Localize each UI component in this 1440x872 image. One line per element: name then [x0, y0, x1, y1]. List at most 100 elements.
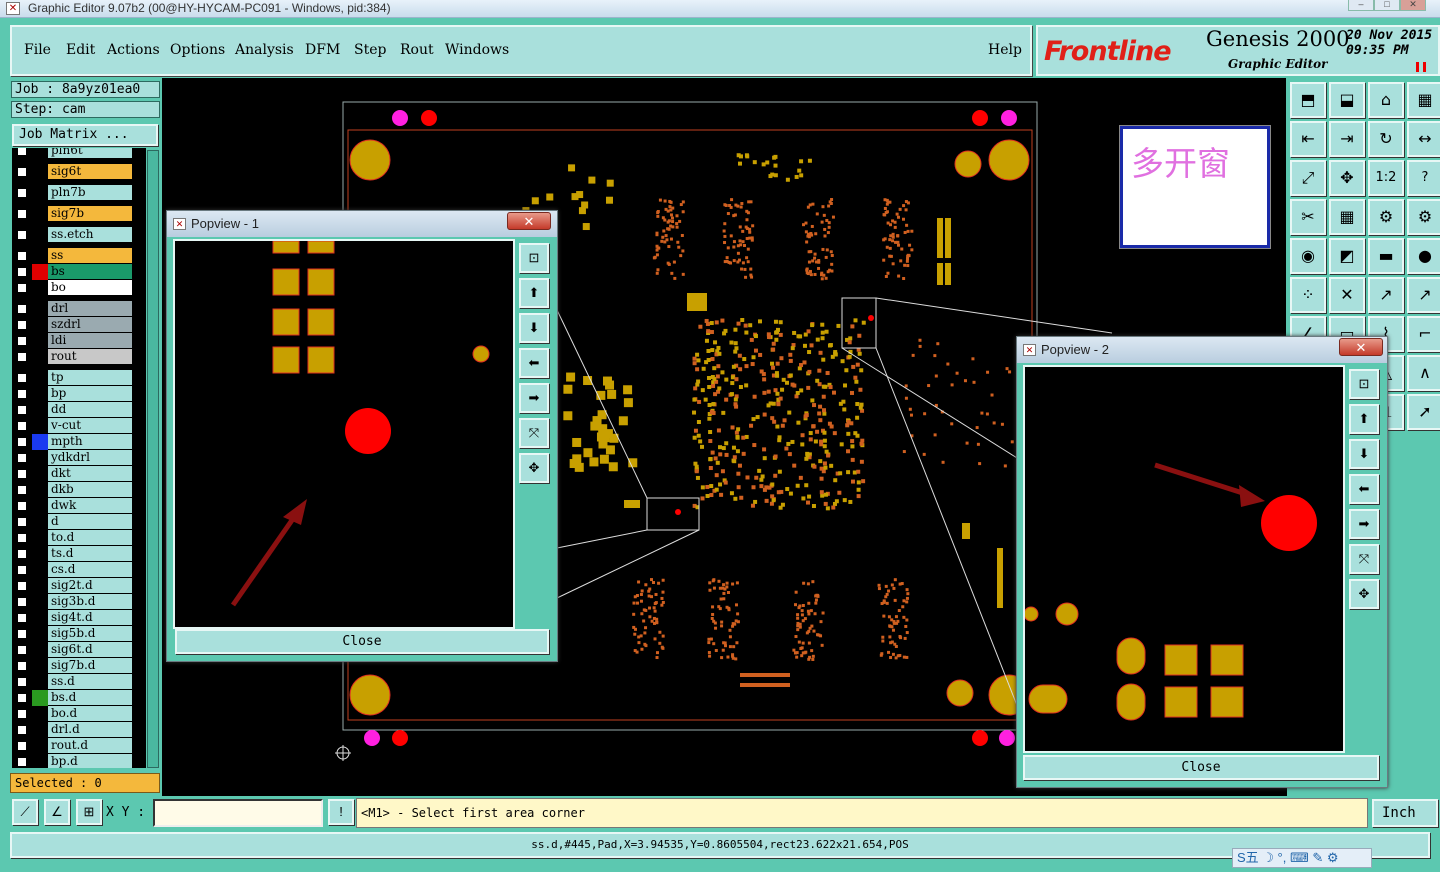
layer-checkbox[interactable]	[16, 564, 28, 576]
layer-name[interactable]: ldi	[48, 333, 132, 348]
layer-name[interactable]: bs.d	[48, 690, 132, 705]
layer-name[interactable]: rout	[48, 349, 132, 364]
layer-row-sig3b.d[interactable]: sig3b.d	[12, 594, 146, 610]
layer-checkbox[interactable]	[16, 303, 28, 315]
menu-step[interactable]: Step	[354, 42, 386, 58]
layer-checkbox[interactable]	[16, 319, 28, 331]
tool-button-22[interactable]: ✕	[1329, 277, 1365, 313]
layer-name[interactable]: cs.d	[48, 562, 132, 577]
layer-row-dd[interactable]: dd	[12, 402, 146, 418]
layer-checkbox[interactable]	[16, 548, 28, 560]
layer-name[interactable]: sig2t.d	[48, 578, 132, 593]
tool-button-3[interactable]: ⌂	[1368, 82, 1404, 118]
popview-2-zoom-in-button[interactable]: ⤧	[1349, 544, 1379, 574]
layer-name[interactable]: mpth	[48, 434, 132, 449]
layer-row-rout.d[interactable]: rout.d	[12, 738, 146, 754]
tool-button-11[interactable]: 1:2	[1368, 160, 1404, 196]
layer-row-dkb[interactable]: dkb	[12, 482, 146, 498]
layer-name[interactable]: sig4t.d	[48, 610, 132, 625]
layer-checkbox[interactable]	[16, 724, 28, 736]
tool-button-17[interactable]: ◉	[1290, 238, 1326, 274]
layer-name[interactable]: szdrl	[48, 317, 132, 332]
layer-name[interactable]: dwk	[48, 498, 132, 513]
layer-row-ss[interactable]: ss	[12, 248, 146, 264]
menu-dfm[interactable]: DFM	[305, 42, 340, 58]
xy-input[interactable]	[153, 799, 323, 827]
layer-checkbox[interactable]	[16, 420, 28, 432]
layer-name[interactable]: ss.etch	[48, 227, 132, 242]
layer-name[interactable]: bp.d	[48, 754, 132, 768]
layer-checkbox[interactable]	[16, 612, 28, 624]
menu-edit[interactable]: Edit	[66, 42, 95, 58]
layer-name[interactable]: sig7b.d	[48, 658, 132, 673]
tool-button-23[interactable]: ↗	[1368, 277, 1404, 313]
layer-checkbox[interactable]	[16, 404, 28, 416]
layer-checkbox[interactable]	[16, 708, 28, 720]
layer-name[interactable]: pln7b	[48, 185, 132, 200]
tool-button-9[interactable]: ⤢	[1290, 160, 1326, 196]
layer-row-d[interactable]: d	[12, 514, 146, 530]
layer-row-v-cut[interactable]: v-cut	[12, 418, 146, 434]
menu-help[interactable]: Help	[988, 42, 1022, 58]
layer-checkbox[interactable]	[16, 250, 28, 262]
minimize-button[interactable]: –	[1348, 0, 1374, 11]
tool-button-13[interactable]: ✂	[1290, 199, 1326, 235]
layer-name[interactable]: ts.d	[48, 546, 132, 561]
job-matrix-button[interactable]: Job Matrix ...	[12, 124, 158, 146]
tool-button-16[interactable]: ⚙	[1407, 199, 1440, 235]
tool-button-7[interactable]: ↻	[1368, 121, 1404, 157]
layer-row-pln6t[interactable]: pln6t	[12, 148, 146, 159]
layer-checkbox[interactable]	[16, 532, 28, 544]
layer-checkbox[interactable]	[16, 516, 28, 528]
popview-1-pan-down-button[interactable]: ⬇	[519, 313, 549, 343]
layer-checkbox[interactable]	[16, 388, 28, 400]
popview-1-zoom-out-button[interactable]: ✥	[519, 453, 549, 483]
layer-name[interactable]: dkb	[48, 482, 132, 497]
grid-icon[interactable]: ⊞	[76, 799, 102, 825]
layer-scrollbar[interactable]	[147, 150, 159, 768]
popview-2-pan-down-button[interactable]: ⬇	[1349, 439, 1379, 469]
layer-name[interactable]: sig7b	[48, 206, 132, 221]
layer-row-szdrl[interactable]: szdrl	[12, 317, 146, 333]
snap-icon[interactable]: ⟋	[12, 799, 38, 825]
popview-2-view[interactable]	[1023, 365, 1345, 753]
tool-button-20[interactable]: ●	[1407, 238, 1440, 274]
layer-name[interactable]: sig3b.d	[48, 594, 132, 609]
layer-name[interactable]: dd	[48, 402, 132, 417]
menu-actions[interactable]: Actions	[107, 42, 160, 58]
layer-checkbox[interactable]	[16, 740, 28, 752]
tool-button-12[interactable]: ?	[1407, 160, 1440, 196]
menu-windows[interactable]: Windows	[445, 42, 509, 58]
tool-button-24[interactable]: ↗	[1407, 277, 1440, 313]
tool-button-14[interactable]: ▦	[1329, 199, 1365, 235]
maximize-button[interactable]: □	[1374, 0, 1400, 11]
layer-checkbox[interactable]	[16, 187, 28, 199]
tool-button-32[interactable]: ∧	[1407, 355, 1440, 391]
tool-button-21[interactable]: ⁘	[1290, 277, 1326, 313]
layer-row-ss.etch[interactable]: ss.etch	[12, 227, 146, 243]
layer-row-to.d[interactable]: to.d	[12, 530, 146, 546]
layer-row-drl.d[interactable]: drl.d	[12, 722, 146, 738]
layer-checkbox[interactable]	[16, 756, 28, 768]
popview-2-pan-right-button[interactable]: ➡	[1349, 509, 1379, 539]
popview-2-zoom-fit-button[interactable]: ⊡	[1349, 369, 1379, 399]
layer-checkbox[interactable]	[16, 468, 28, 480]
tool-button-8[interactable]: ↔	[1407, 121, 1440, 157]
layer-checkbox[interactable]	[16, 148, 28, 157]
popview-2-close-x[interactable]: ✕	[1339, 338, 1383, 356]
layer-row-tp[interactable]: tp	[12, 370, 146, 386]
tool-button-18[interactable]: ◩	[1329, 238, 1365, 274]
layer-checkbox[interactable]	[16, 166, 28, 178]
layer-checkbox[interactable]	[16, 229, 28, 241]
layer-name[interactable]: to.d	[48, 530, 132, 545]
layer-name[interactable]: dkt	[48, 466, 132, 481]
popview-1-pan-up-button[interactable]: ⬆	[519, 278, 549, 308]
popview-2-pan-left-button[interactable]: ⬅	[1349, 474, 1379, 504]
layer-row-cs.d[interactable]: cs.d	[12, 562, 146, 578]
window-close-button[interactable]: ✕	[1400, 0, 1426, 11]
layer-checkbox[interactable]	[16, 452, 28, 464]
layer-row-sig2t.d[interactable]: sig2t.d	[12, 578, 146, 594]
popview-1-view[interactable]	[173, 239, 515, 629]
layer-name[interactable]: bp	[48, 386, 132, 401]
layer-row-bo[interactable]: bo	[12, 280, 146, 296]
